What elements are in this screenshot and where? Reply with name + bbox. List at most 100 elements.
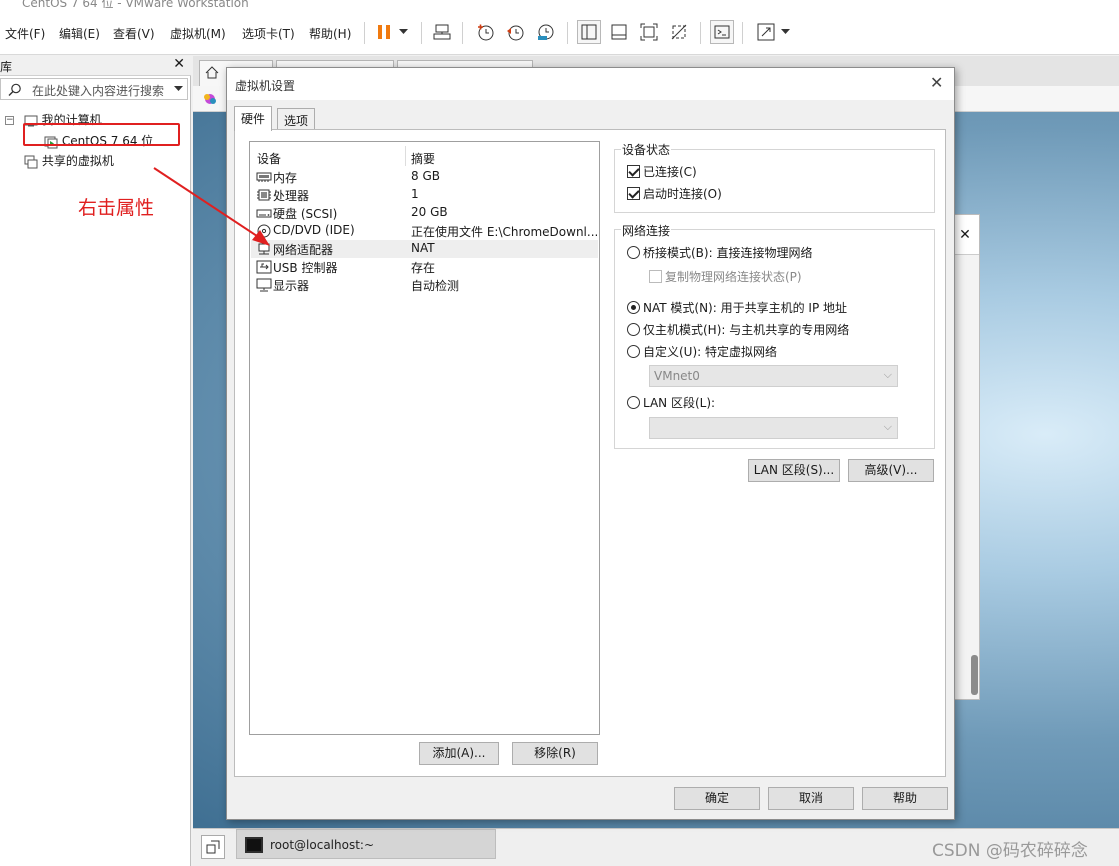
device-name: USB 控制器	[273, 261, 338, 275]
network-icon	[258, 243, 270, 255]
network-connection-group	[614, 229, 935, 449]
device-summary: 自动检测	[411, 279, 460, 293]
menu-vm[interactable]: 虚拟机(M)	[170, 25, 226, 42]
tree-shared-label: 共享的虚拟机	[41, 154, 114, 168]
revert-snapshot-icon[interactable]	[503, 20, 527, 44]
send-keys-icon[interactable]	[430, 20, 454, 44]
snapshot-manager-icon[interactable]	[533, 20, 557, 44]
unity-icon[interactable]	[667, 20, 691, 44]
close-icon[interactable]: ✕	[951, 215, 979, 255]
column-summary: 摘要	[411, 152, 436, 166]
nat-radio[interactable]: NAT 模式(N): 用于共享主机的 IP 地址	[627, 299, 847, 316]
menu-view[interactable]: 查看(V)	[113, 25, 155, 42]
terminal-taskbar-item[interactable]: root@localhost:~	[236, 829, 496, 859]
device-summary: 存在	[411, 261, 436, 275]
cpu-icon	[257, 189, 271, 201]
ok-button[interactable]: 确定	[674, 787, 760, 810]
monitor-icon	[256, 278, 272, 292]
chevron-down-icon[interactable]	[174, 86, 183, 92]
tab-hardware[interactable]: 硬件	[234, 106, 273, 131]
checkbox-box[interactable]	[627, 165, 640, 178]
host-only-radio[interactable]: 仅主机模式(H): 与主机共享的专用网络	[627, 321, 849, 338]
pause-icon[interactable]	[372, 20, 396, 44]
library-view-icon[interactable]	[577, 20, 601, 44]
memory-icon	[256, 172, 272, 182]
advanced-button[interactable]: 高级(V)...	[848, 459, 934, 482]
annotation-text: 右击属性	[78, 197, 155, 219]
custom-radio[interactable]: 自定义(U): 特定虚拟网络	[627, 343, 777, 360]
radio-button[interactable]	[627, 246, 640, 259]
radio-button[interactable]	[627, 323, 640, 336]
thumbnail-view-icon[interactable]	[607, 20, 631, 44]
dropdown-icon[interactable]	[395, 20, 411, 44]
custom-network-select[interactable]: VMnet0 ⌵	[649, 365, 898, 387]
restore-icon[interactable]	[201, 835, 225, 859]
close-icon[interactable]: ✕	[930, 73, 943, 92]
cancel-button[interactable]: 取消	[768, 787, 854, 810]
device-row-disk[interactable]: 硬盘 (SCSI) 20 GB	[251, 204, 598, 222]
remove-device-button[interactable]: 移除(R)	[512, 742, 598, 765]
device-summary: 20 GB	[411, 205, 448, 219]
connect-on-power-on-checkbox[interactable]: 启动时连接(O)	[627, 185, 722, 202]
lan-segments-button[interactable]: LAN 区段(S)...	[748, 459, 840, 482]
replicate-state-checkbox[interactable]: 复制物理网络连接状态(P)	[649, 268, 802, 285]
device-row-usb[interactable]: USB 控制器 存在	[251, 258, 598, 276]
radio-button[interactable]	[627, 396, 640, 409]
stretch-icon[interactable]	[754, 20, 778, 44]
device-name: 显示器	[273, 279, 310, 293]
device-status-title: 设备状态	[621, 141, 672, 158]
device-row-cpu[interactable]: 处理器 1	[251, 186, 598, 204]
radio-button[interactable]	[627, 345, 640, 358]
device-summary: NAT	[411, 241, 435, 255]
disk-icon	[256, 209, 272, 218]
library-search-input[interactable]: 在此处键入内容进行搜索	[0, 78, 188, 100]
fullscreen-icon[interactable]	[637, 20, 661, 44]
menu-help[interactable]: 帮助(H)	[309, 25, 351, 42]
snapshot-icon[interactable]	[473, 20, 497, 44]
device-row-display[interactable]: 显示器 自动检测	[251, 276, 598, 294]
menu-tabs[interactable]: 选项卡(T)	[242, 25, 295, 42]
lan-segment-select[interactable]: ⌵	[649, 417, 898, 439]
stretch-dropdown-icon[interactable]	[778, 20, 792, 44]
lan-segment-radio[interactable]: LAN 区段(L):	[627, 394, 715, 411]
connected-checkbox[interactable]: 已连接(C)	[627, 163, 697, 180]
menu-edit[interactable]: 编辑(E)	[59, 25, 100, 42]
checkbox-box[interactable]	[649, 270, 662, 283]
add-device-button[interactable]: 添加(A)...	[419, 742, 499, 765]
tab-options[interactable]: 选项	[277, 108, 316, 130]
device-list[interactable]: 设备 摘要 内存 8 GB 处理器 1 硬盘 (SCSI) 20 GB CD/D…	[249, 141, 600, 735]
usb-icon	[256, 260, 272, 274]
connect-on-power-on-label: 启动时连接(O)	[643, 187, 722, 201]
close-icon[interactable]: ✕	[173, 56, 185, 72]
checkbox-box[interactable]	[627, 187, 640, 200]
hardware-panel: 设备 摘要 内存 8 GB 处理器 1 硬盘 (SCSI) 20 GB CD/D…	[234, 129, 946, 777]
device-name: 网络适配器	[273, 243, 334, 257]
device-name: 处理器	[273, 189, 310, 203]
tree-shared-vms[interactable]: 共享的虚拟机	[24, 152, 114, 169]
watermark: CSDN @码农碎碎念	[932, 841, 1088, 861]
custom-label: 自定义(U): 特定虚拟网络	[643, 345, 778, 359]
help-button[interactable]: 帮助	[862, 787, 948, 810]
library-panel: 库 ✕ 在此处键入内容进行搜索 − 我的计算机 CentOS 7 64 位 共享…	[0, 56, 191, 866]
bridged-radio[interactable]: 桥接模式(B): 直接连接物理网络	[627, 244, 812, 261]
collapse-icon[interactable]: −	[5, 116, 14, 125]
host-only-label: 仅主机模式(H): 与主机共享的专用网络	[643, 323, 850, 337]
search-icon	[8, 83, 21, 96]
window-title: CentOS 7 64 位 - VMware Workstation	[22, 0, 249, 8]
scrollbar-thumb[interactable]	[971, 655, 978, 695]
device-row-cddvd[interactable]: CD/DVD (IDE) 正在使用文件 E:\ChromeDownl...	[251, 222, 598, 240]
device-row-network[interactable]: 网络适配器 NAT	[251, 240, 598, 258]
lan-segment-label: LAN 区段(L):	[643, 396, 716, 410]
home-icon	[205, 66, 219, 79]
menu-file[interactable]: 文件(F)	[5, 25, 45, 42]
device-row-memory[interactable]: 内存 8 GB	[251, 168, 598, 186]
console-icon[interactable]	[710, 20, 734, 44]
window-titlebar: CentOS 7 64 位 - VMware Workstation	[0, 0, 1119, 8]
highlight-box	[23, 123, 180, 146]
device-status-group	[614, 149, 935, 213]
dialog-title: 虚拟机设置	[235, 79, 296, 93]
connected-label: 已连接(C)	[643, 165, 697, 179]
radio-button[interactable]	[627, 301, 640, 314]
vm-app-icon	[204, 94, 216, 104]
terminal-icon	[245, 837, 263, 853]
